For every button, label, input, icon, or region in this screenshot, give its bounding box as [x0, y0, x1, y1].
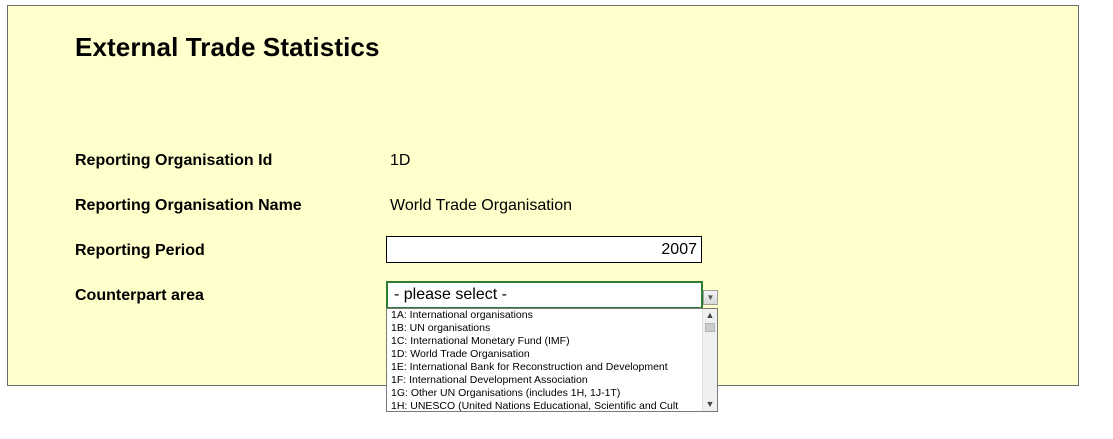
chevron-down-icon: ▼ [706, 293, 715, 302]
counterpart-select[interactable]: - please select - [386, 281, 703, 308]
dropdown-scrollbar[interactable]: ▲ ▼ [702, 309, 717, 411]
dropdown-option[interactable]: 1A: International organisations [389, 309, 703, 322]
org-id-value: 1D [390, 152, 411, 169]
counterpart-label: Counterpart area [75, 287, 204, 304]
dropdown-option[interactable]: 1D: World Trade Organisation [389, 348, 703, 361]
scrollbar-thumb[interactable] [705, 323, 715, 332]
dropdown-option[interactable]: 1F: International Development Associatio… [389, 374, 703, 387]
org-name-label: Reporting Organisation Name [75, 197, 302, 214]
dropdown-option[interactable]: 1E: International Bank for Reconstructio… [389, 361, 703, 374]
dropdown-option[interactable]: 1H: UNESCO (United Nations Educational, … [389, 400, 703, 411]
org-id-label: Reporting Organisation Id [75, 152, 273, 169]
page-title: External Trade Statistics [75, 32, 380, 62]
chevron-up-icon[interactable]: ▲ [703, 309, 717, 322]
dropdown-option[interactable]: 1G: Other UN Organisations (includes 1H,… [389, 387, 703, 400]
dropdown-options: 1A: International organisations 1B: UN or… [389, 309, 703, 411]
org-name-value: World Trade Organisation [390, 197, 573, 214]
counterpart-dropdown-list[interactable]: 1A: International organisations 1B: UN or… [386, 308, 718, 412]
dropdown-toggle-button[interactable]: ▼ [703, 290, 718, 305]
period-label: Reporting Period [75, 242, 205, 259]
period-input[interactable]: 2007 [386, 236, 702, 263]
dropdown-option[interactable]: 1C: International Monetary Fund (IMF) [389, 335, 703, 348]
dropdown-option[interactable]: 1B: UN organisations [389, 322, 703, 335]
chevron-down-icon[interactable]: ▼ [703, 398, 717, 411]
